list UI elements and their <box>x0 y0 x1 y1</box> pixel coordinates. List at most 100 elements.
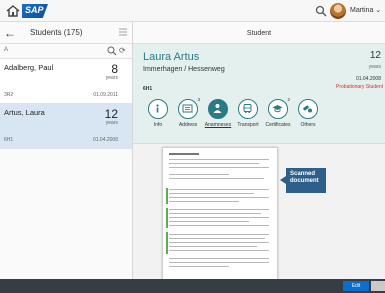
shell-bar: SAP Martina ⌄ <box>0 0 385 22</box>
footer-toolbar: Edit <box>0 279 385 293</box>
list-search-field[interactable]: A ⟳ <box>0 44 132 59</box>
info-icon <box>156 104 159 113</box>
user-name: Martina <box>350 7 374 14</box>
doc-highlight <box>166 208 168 228</box>
sap-logo: SAP <box>22 4 48 18</box>
student-address: Immerhagen / Hessenweg <box>143 66 225 73</box>
doc-line <box>169 266 229 267</box>
doc-line <box>169 163 259 164</box>
avatar[interactable] <box>330 3 346 19</box>
doc-line <box>169 197 269 198</box>
student-age: 12 <box>104 107 118 121</box>
doc-line <box>169 242 269 243</box>
doc-line <box>169 159 269 160</box>
app-window: SAP Martina ⌄ ← Students (175) A ⟳ Adalb… <box>0 0 385 293</box>
detail-title: Student <box>246 30 272 37</box>
tab-circle <box>178 99 198 119</box>
doc-line <box>169 250 269 251</box>
tab-anamneses[interactable]: Anamneses <box>203 99 233 128</box>
doc-line <box>169 189 269 190</box>
address-card-icon <box>182 104 193 113</box>
doc-line <box>169 178 264 179</box>
age-unit: years <box>105 120 118 126</box>
more-button[interactable] <box>371 281 385 291</box>
doc-line <box>169 174 229 175</box>
status-badge: Probationary Student <box>336 84 383 90</box>
age-unit: years <box>105 75 118 81</box>
tab-label: Address <box>178 122 198 128</box>
person-icon <box>213 104 222 113</box>
student-group: 3R2 <box>4 92 14 98</box>
user-menu[interactable]: Martina ⌄ <box>350 6 381 14</box>
doc-line <box>169 238 265 239</box>
doc-line <box>169 193 254 194</box>
student-age: 8 <box>111 62 118 76</box>
tab-others[interactable]: Others <box>293 99 323 128</box>
pills-icon <box>303 105 312 113</box>
student-full-name: Laura Artus <box>143 51 200 63</box>
search-input[interactable]: A <box>4 47 8 53</box>
doc-heading <box>169 153 199 155</box>
tab-label: Certificates <box>265 122 291 128</box>
master-header: ← Students (175) <box>0 22 132 44</box>
student-date: 01.09.2011 <box>93 92 118 98</box>
chevron-down-icon: ⌄ <box>375 7 382 14</box>
student-name: Artus, Laura <box>4 108 45 117</box>
edit-button[interactable]: Edit <box>343 281 369 291</box>
refresh-icon[interactable]: ⟳ <box>119 46 126 55</box>
tab-badge: 3 <box>197 97 200 102</box>
tab-circle <box>238 99 258 119</box>
home-icon[interactable] <box>6 5 20 17</box>
tab-info[interactable]: Info <box>143 99 173 128</box>
search-icon[interactable] <box>315 5 327 17</box>
student-date: 01.04.2008 <box>92 137 118 143</box>
document-area: Scanned document <box>133 144 385 293</box>
list-title: Students (175) <box>30 28 83 37</box>
doc-line <box>169 225 269 226</box>
tab-circle <box>268 99 288 119</box>
doc-line <box>169 217 269 218</box>
tab-label: Transport <box>237 122 259 128</box>
tab-label: Anamneses <box>204 122 232 128</box>
age-unit: years <box>368 64 381 70</box>
doc-line <box>169 213 261 214</box>
doc-line <box>169 221 249 222</box>
tab-circle <box>148 99 168 119</box>
scanned-document-image[interactable] <box>162 147 278 293</box>
doc-line <box>169 234 269 235</box>
object-header: Laura Artus Immerhagen / Hessenweg 6H1 1… <box>133 44 385 144</box>
student-date: 01.04.2008 <box>355 76 381 82</box>
detail-header: Student <box>133 22 385 44</box>
tab-address[interactable]: 3 Address <box>173 97 203 128</box>
student-group: 6H1 <box>4 137 14 143</box>
sort-icon[interactable] <box>118 27 128 37</box>
detail-pane: Student Laura Artus Immerhagen / Hessenw… <box>133 22 385 293</box>
student-age: 12 <box>369 50 381 61</box>
graduation-cap-icon <box>272 105 283 113</box>
doc-line <box>169 167 269 168</box>
doc-line <box>169 246 257 247</box>
doc-highlight <box>166 188 168 204</box>
logo-text: SAP <box>25 5 44 15</box>
search-icon[interactable] <box>107 46 117 56</box>
student-name: Adalberg, Paul <box>4 63 54 72</box>
list-item-selected[interactable]: Artus, Laura 12 years 6H1 01.04.2008 <box>0 104 132 149</box>
master-list: ← Students (175) A ⟳ Adalberg, Paul 8 ye… <box>0 22 133 279</box>
scanned-document-callout: Scanned document <box>280 168 326 193</box>
tab-circle <box>208 99 228 119</box>
tab-label: Others <box>300 122 316 128</box>
tab-certificates[interactable]: 2 Certificates <box>263 97 293 128</box>
tab-badge: 2 <box>287 97 290 102</box>
doc-line <box>169 258 269 259</box>
doc-line <box>169 201 239 202</box>
bus-icon <box>243 104 252 114</box>
list-item[interactable]: Adalberg, Paul 8 years 3R2 01.09.2011 <box>0 59 132 104</box>
tab-circle <box>298 99 318 119</box>
student-group: 6H1 <box>143 86 153 92</box>
icon-tab-bar: Info 3 Address Anamneses Transport 2 Cer… <box>143 97 383 143</box>
back-arrow-icon[interactable]: ← <box>4 26 16 40</box>
doc-line <box>169 209 269 210</box>
doc-line <box>169 262 269 263</box>
doc-highlight <box>166 232 168 254</box>
tab-transport[interactable]: Transport <box>233 99 263 128</box>
